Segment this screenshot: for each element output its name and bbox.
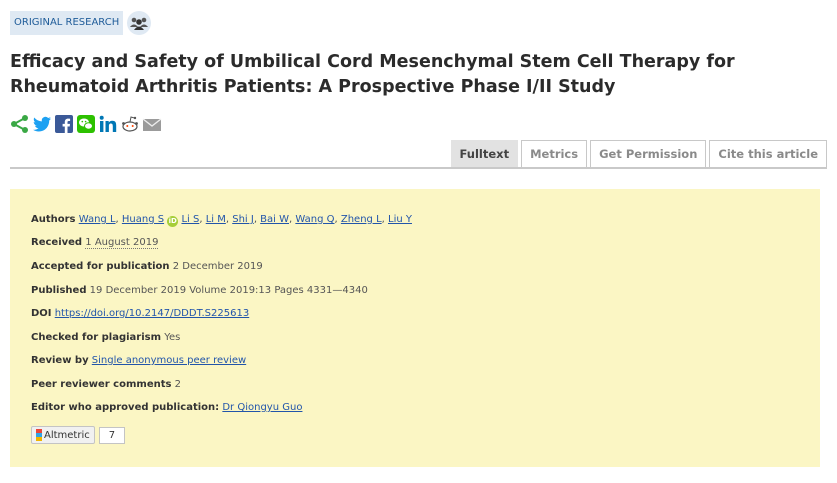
- share-icon[interactable]: [10, 114, 30, 134]
- doi-link[interactable]: https://doi.org/10.2147/DDDT.S225613: [55, 308, 249, 319]
- tab-metrics[interactable]: Metrics: [521, 140, 588, 168]
- editor-row: Editor who approved publication: Dr Qion…: [31, 401, 302, 415]
- author-link[interactable]: Huang S: [122, 214, 164, 225]
- accepted-date: 2 December 2019: [172, 261, 263, 272]
- comments-count: 2: [174, 379, 182, 390]
- editor-label: Editor who approved publication:: [31, 402, 220, 413]
- author-link[interactable]: Li S: [181, 214, 199, 225]
- plagiarism-row: Checked for plagiarism Yes: [31, 331, 180, 345]
- group-icon: [127, 11, 152, 35]
- twitter-icon[interactable]: [32, 114, 52, 134]
- altmetric-label: Altmetric: [44, 429, 90, 441]
- doi-label: DOI: [31, 308, 52, 319]
- author-link[interactable]: Bai W: [260, 214, 289, 225]
- comments-label: Peer reviewer comments: [31, 379, 172, 390]
- altmetric-icon: [36, 429, 42, 441]
- plagiarism-label: Checked for plagiarism: [31, 332, 162, 343]
- article-type-row: ORIGINAL RESEARCH: [10, 11, 152, 35]
- article-title: Efficacy and Safety of Umbilical Cord Me…: [10, 52, 735, 97]
- review-row: Review by Single anonymous peer review: [31, 354, 246, 368]
- tab-cite-this-article[interactable]: Cite this article: [709, 140, 827, 168]
- accepted-label: Accepted for publication: [31, 261, 170, 272]
- author-link[interactable]: Li M: [206, 214, 226, 225]
- author-link[interactable]: Wang L: [79, 214, 116, 225]
- authors-label: Authors: [31, 214, 76, 225]
- review-label: Review by: [31, 355, 89, 366]
- author-link[interactable]: Liu Y: [388, 214, 412, 225]
- published-row: Published 19 December 2019 Volume 2019:1…: [31, 284, 368, 298]
- tab-fulltext[interactable]: Fulltext: [450, 140, 519, 168]
- altmetric-widget: Altmetric 7: [31, 426, 126, 444]
- plagiarism-value: Yes: [164, 332, 181, 343]
- author-link[interactable]: Zheng L: [341, 214, 382, 225]
- reddit-icon[interactable]: [120, 114, 140, 134]
- tabs-divider: [10, 167, 827, 169]
- share-bar: [10, 114, 162, 134]
- accepted-row: Accepted for publication 2 December 2019: [31, 260, 263, 274]
- received-date: 1 August 2019: [85, 237, 159, 249]
- article-info-panel: Authors Wang L, Huang S iD Li S, Li M, S…: [10, 189, 820, 467]
- altmetric-button[interactable]: Altmetric: [31, 426, 95, 444]
- linkedin-icon[interactable]: [98, 114, 118, 134]
- authors-row: Authors Wang L, Huang S iD Li S, Li M, S…: [31, 214, 412, 227]
- review-type-link[interactable]: Single anonymous peer review: [92, 355, 246, 366]
- article-type-badge: ORIGINAL RESEARCH: [10, 11, 124, 35]
- received-label: Received: [31, 237, 83, 248]
- author-link[interactable]: Wang Q: [295, 214, 334, 225]
- published-label: Published: [31, 285, 87, 296]
- orcid-icon[interactable]: iD: [167, 216, 179, 227]
- author-link[interactable]: Shi J: [232, 214, 254, 225]
- published-details: 19 December 2019 Volume 2019:13 Pages 43…: [89, 285, 368, 296]
- editor-link[interactable]: Dr Qiongyu Guo: [222, 402, 302, 413]
- tab-get-permission[interactable]: Get Permission: [590, 140, 707, 168]
- article-tabs: Fulltext Metrics Get Permission Cite thi…: [450, 140, 827, 168]
- received-row: Received 1 August 2019: [31, 236, 159, 250]
- altmetric-score[interactable]: 7: [98, 426, 126, 444]
- doi-row: DOI https://doi.org/10.2147/DDDT.S225613: [31, 307, 249, 321]
- wechat-icon[interactable]: [76, 114, 96, 134]
- facebook-icon[interactable]: [54, 114, 74, 134]
- comments-row: Peer reviewer comments 2: [31, 378, 181, 392]
- email-icon[interactable]: [142, 114, 162, 134]
